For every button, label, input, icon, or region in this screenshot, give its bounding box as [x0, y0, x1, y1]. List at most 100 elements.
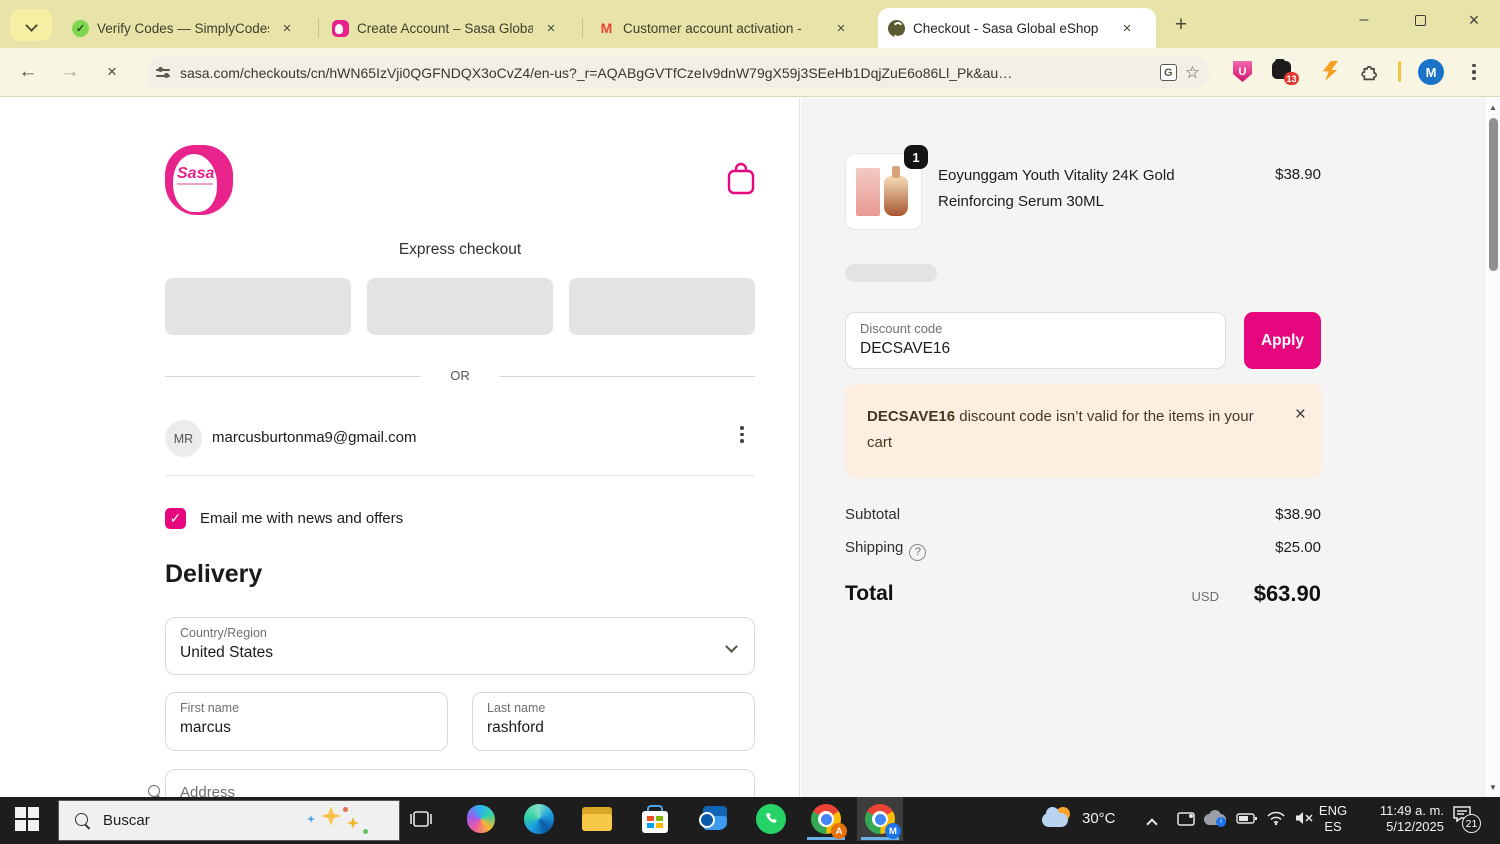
sparkle-icon — [307, 815, 315, 823]
tray-expand-icon[interactable] — [1146, 815, 1158, 833]
tab-close-icon[interactable]: × — [541, 18, 561, 38]
shipping-label: Shipping? — [845, 539, 927, 561]
tab-close-icon[interactable]: × — [831, 18, 851, 38]
microsoft-store-button[interactable] — [632, 797, 678, 841]
whatsapp-icon — [756, 804, 786, 834]
sparkle-dot-icon — [343, 807, 348, 812]
product-bottle-image — [884, 176, 908, 216]
scrollbar-thumb[interactable] — [1488, 118, 1498, 271]
shipping-help-icon[interactable]: ? — [909, 543, 927, 561]
window-minimize-button[interactable]: – — [1341, 0, 1387, 40]
notification-center-button[interactable]: 21 — [1452, 805, 1482, 835]
newsletter-checkbox[interactable]: ✓ — [165, 508, 186, 529]
copilot-button[interactable] — [458, 797, 504, 841]
task-view-button[interactable] — [398, 797, 444, 841]
address-label: Address — [180, 784, 236, 797]
express-option-skeleton[interactable] — [165, 278, 351, 335]
chrome-profile-m-button[interactable]: M — [857, 797, 903, 841]
tab-title: Verify Codes — SimplyCodes — [97, 20, 269, 36]
express-checkout-label: Express checkout — [398, 241, 522, 258]
account-menu-icon[interactable] — [740, 426, 744, 443]
search-icon — [75, 812, 91, 829]
clock[interactable]: 11:49 a. m. 5/12/2025 — [1358, 803, 1444, 835]
account-email: marcusburtonma9@gmail.com — [212, 429, 417, 446]
tab-search-button[interactable] — [10, 9, 52, 41]
subtotal-value: $38.90 — [1275, 506, 1321, 523]
scroll-down-icon[interactable]: ▼ — [1488, 783, 1498, 792]
tab-close-icon[interactable]: × — [277, 18, 297, 38]
cart-bag-icon[interactable] — [725, 161, 757, 202]
language-primary: ENG — [1318, 803, 1348, 818]
onedrive-icon[interactable]: i — [1204, 810, 1228, 827]
tab-checkout-active[interactable]: Checkout - Sasa Global eShop × — [878, 8, 1156, 48]
translate-icon[interactable]: G — [1159, 64, 1177, 81]
weather-icon[interactable] — [1042, 805, 1076, 833]
whatsapp-button[interactable] — [748, 797, 794, 841]
alert-close-icon[interactable]: × — [1295, 402, 1306, 428]
file-explorer-button[interactable] — [574, 797, 620, 841]
last-name-field[interactable]: Last name — [472, 692, 755, 751]
extensions-puzzle-icon[interactable] — [1360, 61, 1381, 87]
loading-skeleton — [845, 264, 937, 282]
scroll-up-icon[interactable]: ▲ — [1488, 103, 1498, 112]
tab-title: Customer account activation - — [623, 20, 802, 36]
outlook-button[interactable] — [690, 797, 736, 841]
country-select[interactable]: Country/Region United States — [165, 617, 755, 675]
shipping-label-text: Shipping — [845, 539, 904, 556]
delivery-heading: Delivery — [165, 560, 263, 588]
url-text[interactable]: sasa.com/checkouts/cn/hWN65IzVji0QGFNDQX… — [180, 65, 1152, 81]
cast-icon[interactable] — [1176, 810, 1196, 833]
express-option-skeleton[interactable] — [367, 278, 553, 335]
taskbar-search-box[interactable]: Buscar — [58, 800, 400, 841]
site-info-icon[interactable] — [156, 65, 172, 81]
tab-verify-codes[interactable]: ✓ Verify Codes — SimplyCodes × — [62, 8, 314, 48]
weather-temp[interactable]: 30°C — [1082, 811, 1116, 827]
last-name-input[interactable] — [487, 719, 712, 737]
edge-button[interactable] — [516, 797, 562, 841]
store-icon — [642, 805, 668, 833]
wifi-icon[interactable] — [1266, 810, 1286, 831]
simplycodes-favicon-icon: ✓ — [72, 19, 89, 37]
country-label: Country/Region — [180, 626, 267, 640]
sasa-logo[interactable]: Sasa — [165, 145, 233, 215]
address-bar[interactable]: sasa.com/checkouts/cn/hWN65IzVji0QGFNDQX… — [146, 56, 1210, 89]
address-field[interactable]: Address — [165, 769, 755, 797]
express-option-skeleton[interactable] — [569, 278, 755, 335]
stop-loading-button[interactable]: × — [98, 58, 126, 86]
chrome-profile-a-badge: A — [831, 823, 847, 839]
edge-icon — [524, 804, 554, 834]
sparkle-dot-icon — [363, 829, 368, 834]
tab-create-account[interactable]: Create Account – Sasa Global e × — [322, 8, 578, 48]
start-button[interactable] — [4, 797, 50, 841]
first-name-field[interactable]: First name — [165, 692, 448, 751]
chrome-profile-a-button[interactable]: A — [803, 797, 849, 841]
sparkle-icon — [347, 817, 359, 829]
extension-simplycodes-icon[interactable]: 13 — [1272, 59, 1299, 85]
forward-button[interactable]: → — [56, 58, 84, 86]
discount-error-alert: DECSAVE16 discount code isn’t valid for … — [845, 384, 1322, 478]
sasa-favicon-icon — [332, 19, 349, 37]
extension-shield-icon[interactable]: U — [1233, 61, 1252, 82]
browser-menu-icon[interactable] — [1464, 60, 1484, 84]
first-name-input[interactable] — [180, 719, 405, 737]
profile-avatar[interactable]: M — [1418, 59, 1444, 85]
battery-icon[interactable] — [1236, 812, 1258, 830]
page-scrollbar[interactable]: ▲ ▼ — [1484, 98, 1500, 797]
window-close-button[interactable]: × — [1451, 0, 1497, 40]
new-tab-button[interactable]: + — [1166, 10, 1196, 40]
volume-muted-icon[interactable] — [1294, 810, 1316, 831]
chevron-down-icon — [24, 18, 38, 32]
bookmark-star-icon[interactable]: ☆ — [1185, 63, 1200, 83]
language-secondary: ES — [1324, 819, 1342, 834]
language-switcher[interactable]: ENG ES — [1316, 803, 1350, 835]
extension-lightning-icon[interactable] — [1322, 61, 1338, 81]
back-button[interactable]: ← — [14, 58, 42, 86]
divider — [165, 475, 755, 476]
discount-code-field[interactable]: Discount code DECSAVE16 — [845, 312, 1226, 369]
window-maximize-button[interactable] — [1397, 0, 1443, 40]
tab-account-activation[interactable]: M Customer account activation - × — [588, 8, 870, 48]
discount-error-text: DECSAVE16 discount code isn’t valid for … — [867, 404, 1259, 456]
newsletter-label[interactable]: Email me with news and offers — [200, 510, 403, 527]
apply-button[interactable]: Apply — [1244, 312, 1321, 369]
tab-close-icon[interactable]: × — [1117, 18, 1137, 38]
